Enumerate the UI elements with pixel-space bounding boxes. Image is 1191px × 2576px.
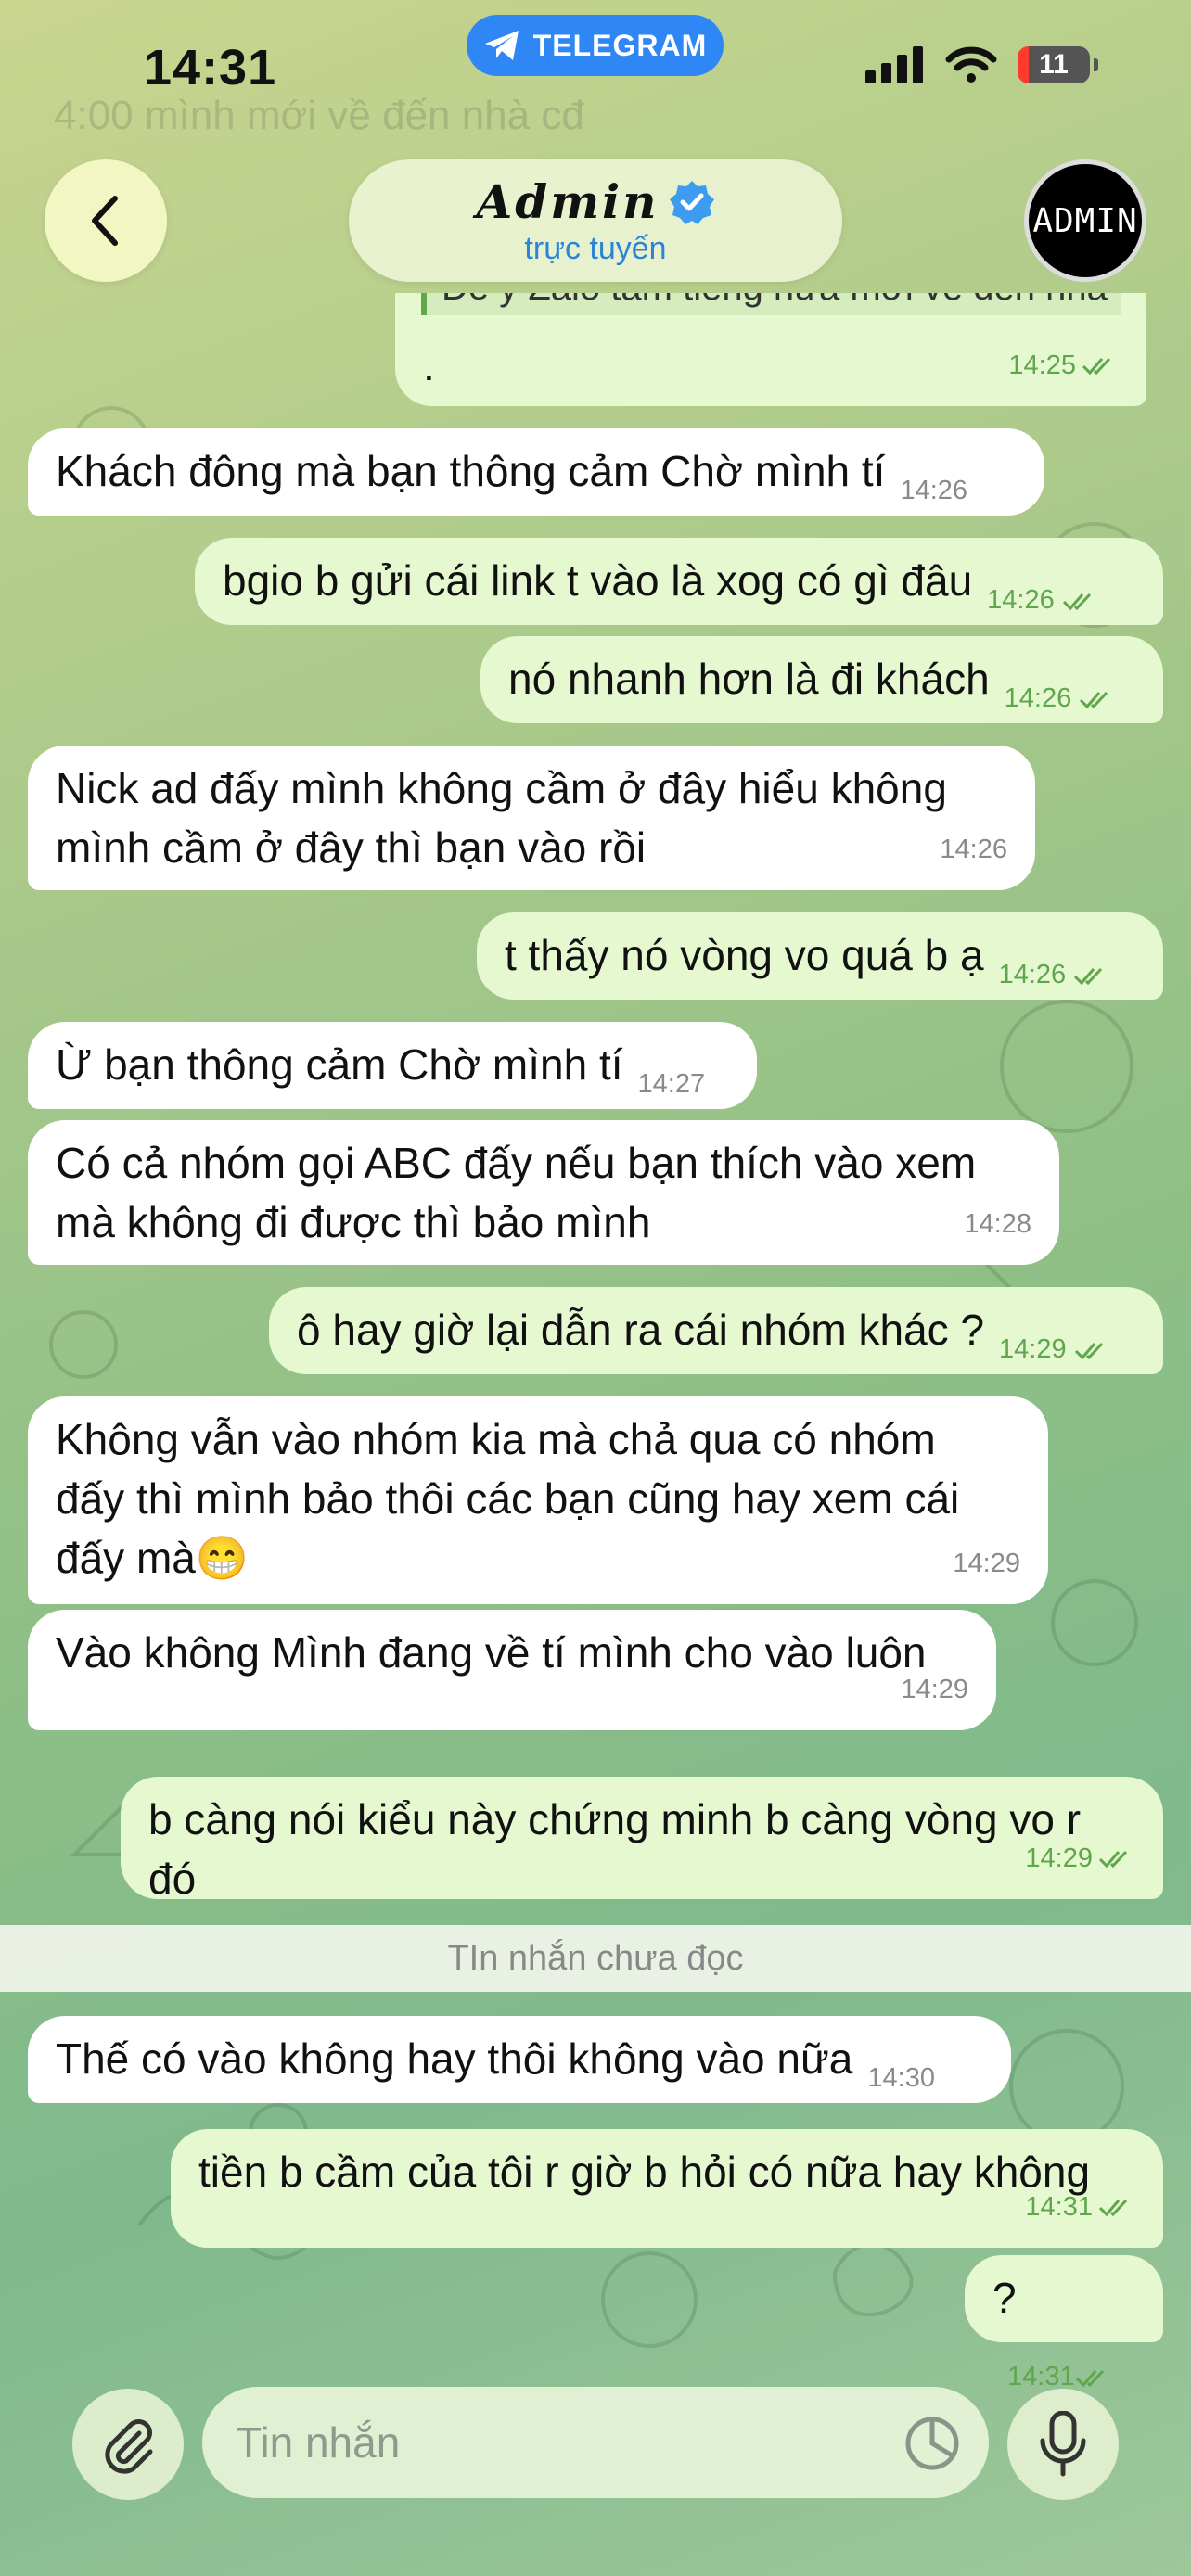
attach-button[interactable] [72, 2389, 184, 2500]
message-time: 14:29 [953, 1549, 1020, 1578]
message-text: Vào không Mình đang về tí mình cho vào l… [56, 1628, 927, 1677]
message-bubble-in[interactable]: Ừ bạn thông cảm Chờ mình tí 14:27 [28, 1022, 757, 1109]
message-time: 14:26 [999, 945, 1111, 1004]
double-check-icon [1062, 593, 1091, 611]
back-button[interactable] [45, 159, 167, 282]
message-bubble-in[interactable]: Thế có vào không hay thôi không vào nữa 1… [28, 2016, 1011, 2103]
double-check-icon [1080, 692, 1108, 709]
double-check-icon [1075, 2370, 1104, 2388]
status-icons: 11 [865, 46, 1098, 83]
message-text: ? [992, 2274, 1017, 2322]
telegram-app-pill[interactable]: TELEGRAM [467, 15, 724, 76]
message-text: bgio b gửi cái link t vào là xog có gì đ… [223, 556, 973, 605]
faded-message-behind-header: 4:00 mình mới về đến nhà cđ [54, 93, 584, 138]
double-check-icon [1074, 968, 1103, 986]
message-time: 14:29 [999, 1320, 1111, 1379]
battery-tip [1094, 58, 1098, 71]
wifi-icon [945, 46, 997, 83]
message-time: 14:30 [867, 2063, 935, 2093]
message-bubble-out[interactable]: tiền b cầm của tôi r giờ b hỏi có nữa ha… [171, 2129, 1163, 2248]
message-text: Nick ad đấy mình không cầm ở đây hiểu kh… [56, 764, 947, 872]
message-text: . [423, 341, 435, 389]
message-bubble-in[interactable]: Khách đông mà bạn thông cảm Chờ mình tí 1… [28, 428, 1044, 516]
message-bubble-in[interactable]: Vào không Mình đang về tí mình cho vào l… [28, 1610, 996, 1730]
message-text: Thế có vào không hay thôi không vào nữa [56, 2034, 853, 2083]
message-time: 14:25 [1008, 336, 1119, 395]
double-check-icon [1082, 357, 1111, 376]
message-text: tiền b cầm của tôi r giờ b hỏi có nữa ha… [198, 2148, 1091, 2196]
unread-messages-divider: TIn nhắn chưa đọc [0, 1925, 1191, 1992]
reply-quote: Để ý Zalo tầm tiếng nữa mới về đến nha [421, 293, 1121, 315]
message-bubble-in[interactable]: Nick ad đấy mình không cầm ở đây hiểu kh… [28, 746, 1035, 890]
message-text: nó nhanh hơn là đi khách [508, 655, 990, 703]
message-bubble-out[interactable]: b càng nói kiểu này chứng minh b càng vò… [121, 1777, 1163, 1903]
message-input[interactable] [202, 2387, 989, 2498]
online-status: trực tuyến [524, 231, 667, 266]
message-time: 14:31 [1025, 2177, 1135, 2237]
battery-indicator: 11 [1018, 46, 1090, 83]
telegram-label: TELEGRAM [532, 28, 708, 62]
reply-quote-text: Để ý Zalo tầm tiếng nữa mới về đến nha [442, 293, 1108, 315]
message-time: 14:26 [900, 476, 968, 505]
signal-icon [865, 46, 923, 83]
sticker-button[interactable] [900, 2411, 965, 2476]
message-time: 14:27 [637, 1069, 706, 1099]
avatar-text: ADMIN [1032, 201, 1138, 240]
message-bubble-out[interactable]: Để ý Zalo tầm tiếng nữa mới về đến nha .… [395, 293, 1146, 406]
telegram-icon [484, 31, 519, 60]
double-check-icon [1074, 1343, 1103, 1360]
message-bubble-out[interactable]: t thấy nó vòng vo quá b ạ 14:26 [477, 912, 1163, 1000]
message-time: 14:28 [964, 1209, 1031, 1239]
sticker-icon [905, 2417, 959, 2470]
voice-record-button[interactable] [1007, 2389, 1119, 2500]
message-bubble-out[interactable]: ?14:31 [965, 2255, 1163, 2391]
message-text: Không vẫn vào nhóm kia mà chả qua có nhó… [56, 1415, 960, 1582]
message-time: 14:26 [1005, 669, 1117, 728]
message-time: 14:29 [901, 1675, 968, 1704]
message-bubble-out[interactable]: ô hay giờ lại dẫn ra cái nhóm khác ? 14:2… [269, 1287, 1163, 1374]
message-text: Có cả nhóm gọi ABC đấy nếu bạn thích vào… [56, 1139, 977, 1246]
mic-icon [1040, 2411, 1086, 2477]
message-text: Ừ bạn thông cảm Chờ mình tí [56, 1040, 623, 1089]
message-time: 14:26 [940, 835, 1007, 864]
message-bubble-out[interactable]: nó nhanh hơn là đi khách 14:26 [480, 636, 1163, 723]
attach-icon [105, 2419, 153, 2474]
message-text: t thấy nó vòng vo quá b ạ [505, 931, 984, 979]
message-text: Khách đông mà bạn thông cảm Chờ mình tí [56, 447, 886, 495]
message-bubble-in[interactable]: Không vẫn vào nhóm kia mà chả qua có nhó… [28, 1396, 1048, 1604]
chat-title[interactable]: Admin trực tuyến [349, 159, 842, 282]
double-check-icon [1098, 2199, 1128, 2217]
message-bubble-out[interactable]: bgio b gửi cái link t vào là xog có gì đ… [195, 538, 1163, 625]
avatar[interactable]: ADMIN [1024, 159, 1146, 282]
message-text: ô hay giờ lại dẫn ra cái nhóm khác ? [297, 1306, 985, 1354]
message-time: 14:26 [987, 570, 1099, 630]
double-check-icon [1098, 1850, 1128, 1868]
message-bubble-in[interactable]: Có cả nhóm gọi ABC đấy nếu bạn thích vào… [28, 1120, 1059, 1265]
contact-name: Admin [476, 174, 660, 229]
status-time: 14:31 [144, 40, 277, 96]
verified-icon [669, 180, 714, 224]
back-icon [92, 196, 118, 246]
message-text: b càng nói kiểu này chứng minh b càng vò… [148, 1795, 1082, 1903]
message-time: 14:29 [1025, 1829, 1135, 1888]
